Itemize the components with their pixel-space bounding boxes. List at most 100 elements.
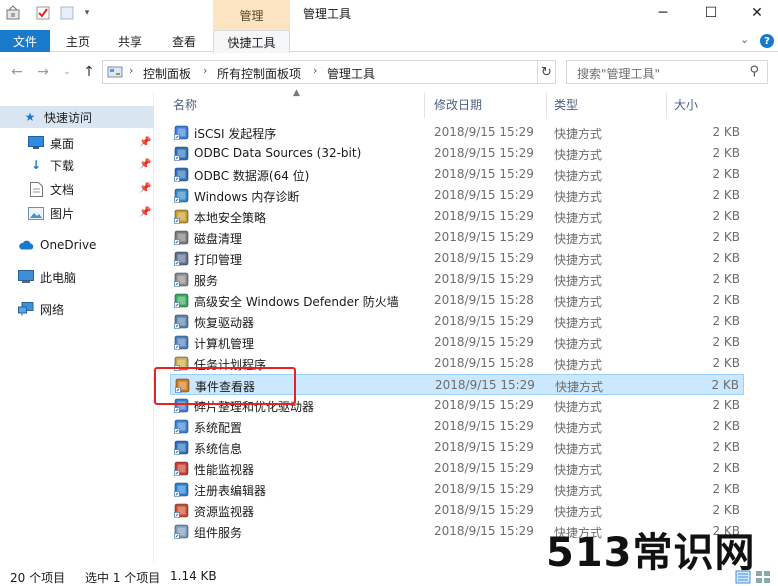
file-date: 2018/9/15 15:29 — [434, 209, 534, 223]
file-row[interactable]: Windows 内存诊断 2018/9/15 15:29 快捷方式 2 KB — [170, 185, 744, 206]
column-divider[interactable] — [546, 92, 547, 118]
file-size: 2 KB — [712, 272, 740, 286]
file-row[interactable]: iSCSI 发起程序 2018/9/15 15:29 快捷方式 2 KB — [170, 122, 744, 143]
file-name: ODBC 数据源(64 位) — [194, 169, 310, 183]
file-size: 2 KB — [712, 146, 740, 160]
file-list: ▲ 名称 修改日期 类型 大小 iSCSI 发起程序 2018/9/15 15:2… — [160, 88, 778, 560]
performance-monitor-icon — [174, 461, 189, 476]
file-row[interactable]: ODBC Data Sources (32-bit) 2018/9/15 15:2… — [170, 143, 744, 164]
nav-item-network[interactable]: 网络 — [18, 298, 148, 320]
system-info-icon — [174, 440, 189, 455]
file-size: 2 KB — [712, 251, 740, 265]
close-icon[interactable]: ✕ — [734, 0, 778, 26]
pin-icon[interactable]: 📌 — [139, 159, 151, 170]
file-row[interactable]: 服务 2018/9/15 15:29 快捷方式 2 KB — [170, 269, 744, 290]
file-row[interactable]: 系统配置 2018/9/15 15:29 快捷方式 2 KB — [170, 416, 744, 437]
file-type: 快捷方式 — [554, 274, 603, 288]
minimize-icon[interactable]: ─ — [640, 0, 686, 26]
file-row[interactable]: 磁盘清理 2018/9/15 15:29 快捷方式 2 KB — [170, 227, 744, 248]
column-header-size[interactable]: 大小 — [674, 96, 698, 113]
navigation-pane: ★ 快速访问 桌面 📌 ↓ 下载 📌 文档 📌 图片 📌 OneDrive 此电… — [0, 92, 154, 562]
file-type: 快捷方式 — [554, 190, 603, 204]
file-row[interactable]: 资源监视器 2018/9/15 15:29 快捷方式 2 KB — [170, 500, 744, 521]
file-row[interactable]: 系统信息 2018/9/15 15:29 快捷方式 2 KB — [170, 437, 744, 458]
pin-icon[interactable]: 📌 — [139, 137, 151, 148]
nav-quick-access[interactable]: ★ 快速访问 — [0, 106, 154, 128]
expand-ribbon-icon[interactable]: ⌄ — [740, 33, 749, 46]
file-size: 2 KB — [712, 440, 740, 454]
file-type: 快捷方式 — [554, 442, 603, 456]
forward-arrow-icon[interactable]: → — [34, 63, 52, 81]
file-date: 2018/9/15 15:29 — [434, 125, 534, 139]
breadcrumb-all-items[interactable]: 所有控制面板项 — [217, 65, 301, 82]
breadcrumb-control-panel[interactable]: 控制面板 — [143, 65, 191, 82]
tab-share[interactable]: 共享 — [110, 30, 150, 52]
column-header-name[interactable]: 名称 — [173, 96, 197, 113]
tab-home[interactable]: 主页 — [58, 30, 98, 52]
file-row[interactable]: 本地安全策略 2018/9/15 15:29 快捷方式 2 KB — [170, 206, 744, 227]
file-date: 2018/9/15 15:29 — [434, 146, 534, 160]
context-tab-manage[interactable]: 管理 — [213, 0, 290, 30]
file-row[interactable]: 高级安全 Windows Defender 防火墙 2018/9/15 15:28… — [170, 290, 744, 311]
file-date: 2018/9/15 15:29 — [434, 524, 534, 538]
file-row[interactable]: 恢复驱动器 2018/9/15 15:29 快捷方式 2 KB — [170, 311, 744, 332]
file-date: 2018/9/15 15:29 — [434, 461, 534, 475]
search-box[interactable]: 搜索"管理工具" ⚲ — [566, 60, 768, 84]
nav-item-this-pc[interactable]: 此电脑 — [18, 266, 148, 288]
help-icon[interactable]: ? — [760, 34, 774, 48]
checklist-icon[interactable] — [34, 4, 52, 22]
file-date: 2018/9/15 15:29 — [434, 188, 534, 202]
system-config-icon — [174, 419, 189, 434]
search-input[interactable]: 搜索"管理工具" — [577, 65, 660, 82]
address-row: ← → ⌄ ↑ › 控制面板 › 所有控制面板项 › 管理工具 ⌄ ↻ 搜索"管… — [0, 56, 778, 88]
nav-item-documents[interactable]: 文档 — [28, 178, 148, 200]
maximize-icon[interactable]: ☐ — [688, 0, 734, 26]
file-name: 组件服务 — [194, 526, 243, 540]
registry-editor-icon — [174, 482, 189, 497]
file-date: 2018/9/15 15:29 — [434, 419, 534, 433]
column-header-date[interactable]: 修改日期 — [434, 96, 482, 113]
file-date: 2018/9/15 15:29 — [434, 440, 534, 454]
file-size: 2 KB — [712, 314, 740, 328]
file-date: 2018/9/15 15:29 — [434, 482, 534, 496]
nav-item-desktop[interactable]: 桌面 — [28, 132, 148, 154]
column-divider[interactable] — [666, 92, 667, 118]
nav-item-downloads[interactable]: ↓ 下载 — [28, 154, 148, 176]
file-row[interactable]: 性能监视器 2018/9/15 15:29 快捷方式 2 KB — [170, 458, 744, 479]
file-size: 2 KB — [712, 419, 740, 433]
back-arrow-icon[interactable]: ← — [8, 63, 26, 81]
address-bar[interactable]: › 控制面板 › 所有控制面板项 › 管理工具 ⌄ — [102, 60, 631, 84]
nav-item-pictures[interactable]: 图片 — [28, 202, 148, 224]
properties-icon[interactable] — [4, 4, 22, 22]
computer-management-icon — [174, 335, 189, 350]
tab-view[interactable]: 查看 — [164, 30, 204, 52]
window-title: 管理工具 — [303, 7, 352, 21]
column-header-type[interactable]: 类型 — [554, 96, 578, 113]
pin-icon[interactable]: 📌 — [139, 183, 151, 194]
breadcrumb-admin-tools[interactable]: 管理工具 — [327, 65, 375, 82]
up-arrow-icon[interactable]: ↑ — [80, 63, 98, 81]
file-row[interactable]: 注册表编辑器 2018/9/15 15:29 快捷方式 2 KB — [170, 479, 744, 500]
search-icon[interactable]: ⚲ — [749, 64, 759, 79]
refresh-icon[interactable]: ↻ — [538, 60, 556, 84]
nav-item-onedrive[interactable]: OneDrive — [18, 234, 148, 256]
status-item-count: 20 个项目 — [10, 571, 66, 585]
file-row[interactable]: ODBC 数据源(64 位) 2018/9/15 15:29 快捷方式 2 KB — [170, 164, 744, 185]
quick-access-dropdown-icon[interactable]: ▾ — [78, 4, 96, 22]
file-date: 2018/9/15 15:29 — [434, 335, 534, 349]
tab-file[interactable]: 文件 — [0, 30, 50, 52]
file-date: 2018/9/15 15:29 — [434, 167, 534, 181]
file-row[interactable]: 打印管理 2018/9/15 15:29 快捷方式 2 KB — [170, 248, 744, 269]
file-date: 2018/9/15 15:29 — [434, 272, 534, 286]
file-type: 快捷方式 — [554, 211, 603, 225]
new-folder-icon[interactable] — [58, 4, 76, 22]
file-type: 快捷方式 — [554, 169, 603, 183]
column-divider[interactable] — [424, 92, 425, 118]
recent-locations-dropdown-icon[interactable]: ⌄ — [58, 63, 76, 81]
view-toggle[interactable] — [734, 570, 774, 584]
file-name: 高级安全 Windows Defender 防火墙 — [194, 295, 399, 309]
ribbon-tabs: 文件 主页 共享 查看 快捷工具 ⌄ — [0, 30, 778, 53]
file-row[interactable]: 计算机管理 2018/9/15 15:29 快捷方式 2 KB — [170, 332, 744, 353]
tab-shortcut-tools[interactable]: 快捷工具 — [213, 30, 290, 53]
pin-icon[interactable]: 📌 — [139, 207, 151, 218]
